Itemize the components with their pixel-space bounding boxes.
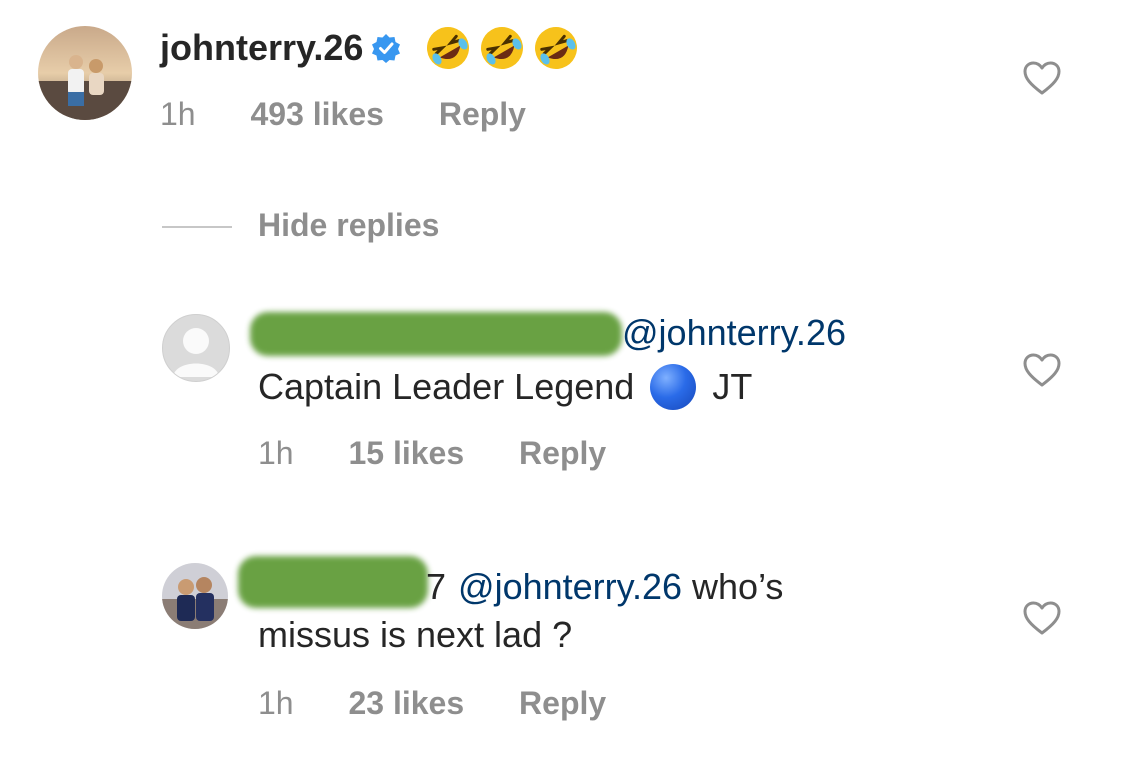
reply-avatar[interactable]	[162, 563, 228, 629]
redacted-username	[238, 556, 428, 608]
reply-text: who’s	[692, 566, 784, 607]
comment-username[interactable]: johnterry.26	[160, 27, 363, 69]
reply-text: Captain Leader Legend	[258, 366, 635, 407]
reply-avatar-placeholder[interactable]	[162, 314, 230, 382]
rolling-on-floor-laughing-emoji	[533, 25, 579, 71]
reply-text-suffix: JT	[712, 366, 753, 407]
reply-reply-button[interactable]: Reply	[519, 685, 606, 721]
comment-reply-button[interactable]: Reply	[439, 96, 526, 132]
blue-circle-emoji	[650, 364, 697, 410]
hide-replies-button[interactable]: Hide replies	[258, 207, 439, 244]
reply-time: 1h	[258, 435, 294, 471]
redacted-username	[250, 312, 622, 356]
reply-reply-button[interactable]: Reply	[519, 435, 606, 471]
reply-likes[interactable]: 23 likes	[348, 685, 464, 721]
reply-likes[interactable]: 15 likes	[348, 435, 464, 471]
like-heart-icon[interactable]	[1022, 352, 1062, 393]
rolling-on-floor-laughing-emoji	[479, 25, 525, 71]
reply-time: 1h	[258, 685, 294, 721]
like-heart-icon[interactable]	[1022, 600, 1062, 641]
rolling-on-floor-laughing-emoji	[425, 25, 471, 71]
reply-mention-link[interactable]: @johnterry.26	[458, 566, 682, 607]
comment-time: 1h	[160, 96, 196, 132]
comment-likes[interactable]: 493 likes	[250, 96, 383, 132]
like-heart-icon[interactable]	[1022, 60, 1062, 101]
reply-username-suffix[interactable]: 7	[426, 566, 446, 607]
commenter-avatar[interactable]	[38, 26, 132, 120]
reply-mention-link[interactable]: @johnterry.26	[622, 312, 846, 353]
verified-badge-icon	[371, 33, 401, 63]
replies-divider-line	[162, 226, 232, 228]
reply-text-line2: missus is next lad ?	[258, 614, 573, 655]
